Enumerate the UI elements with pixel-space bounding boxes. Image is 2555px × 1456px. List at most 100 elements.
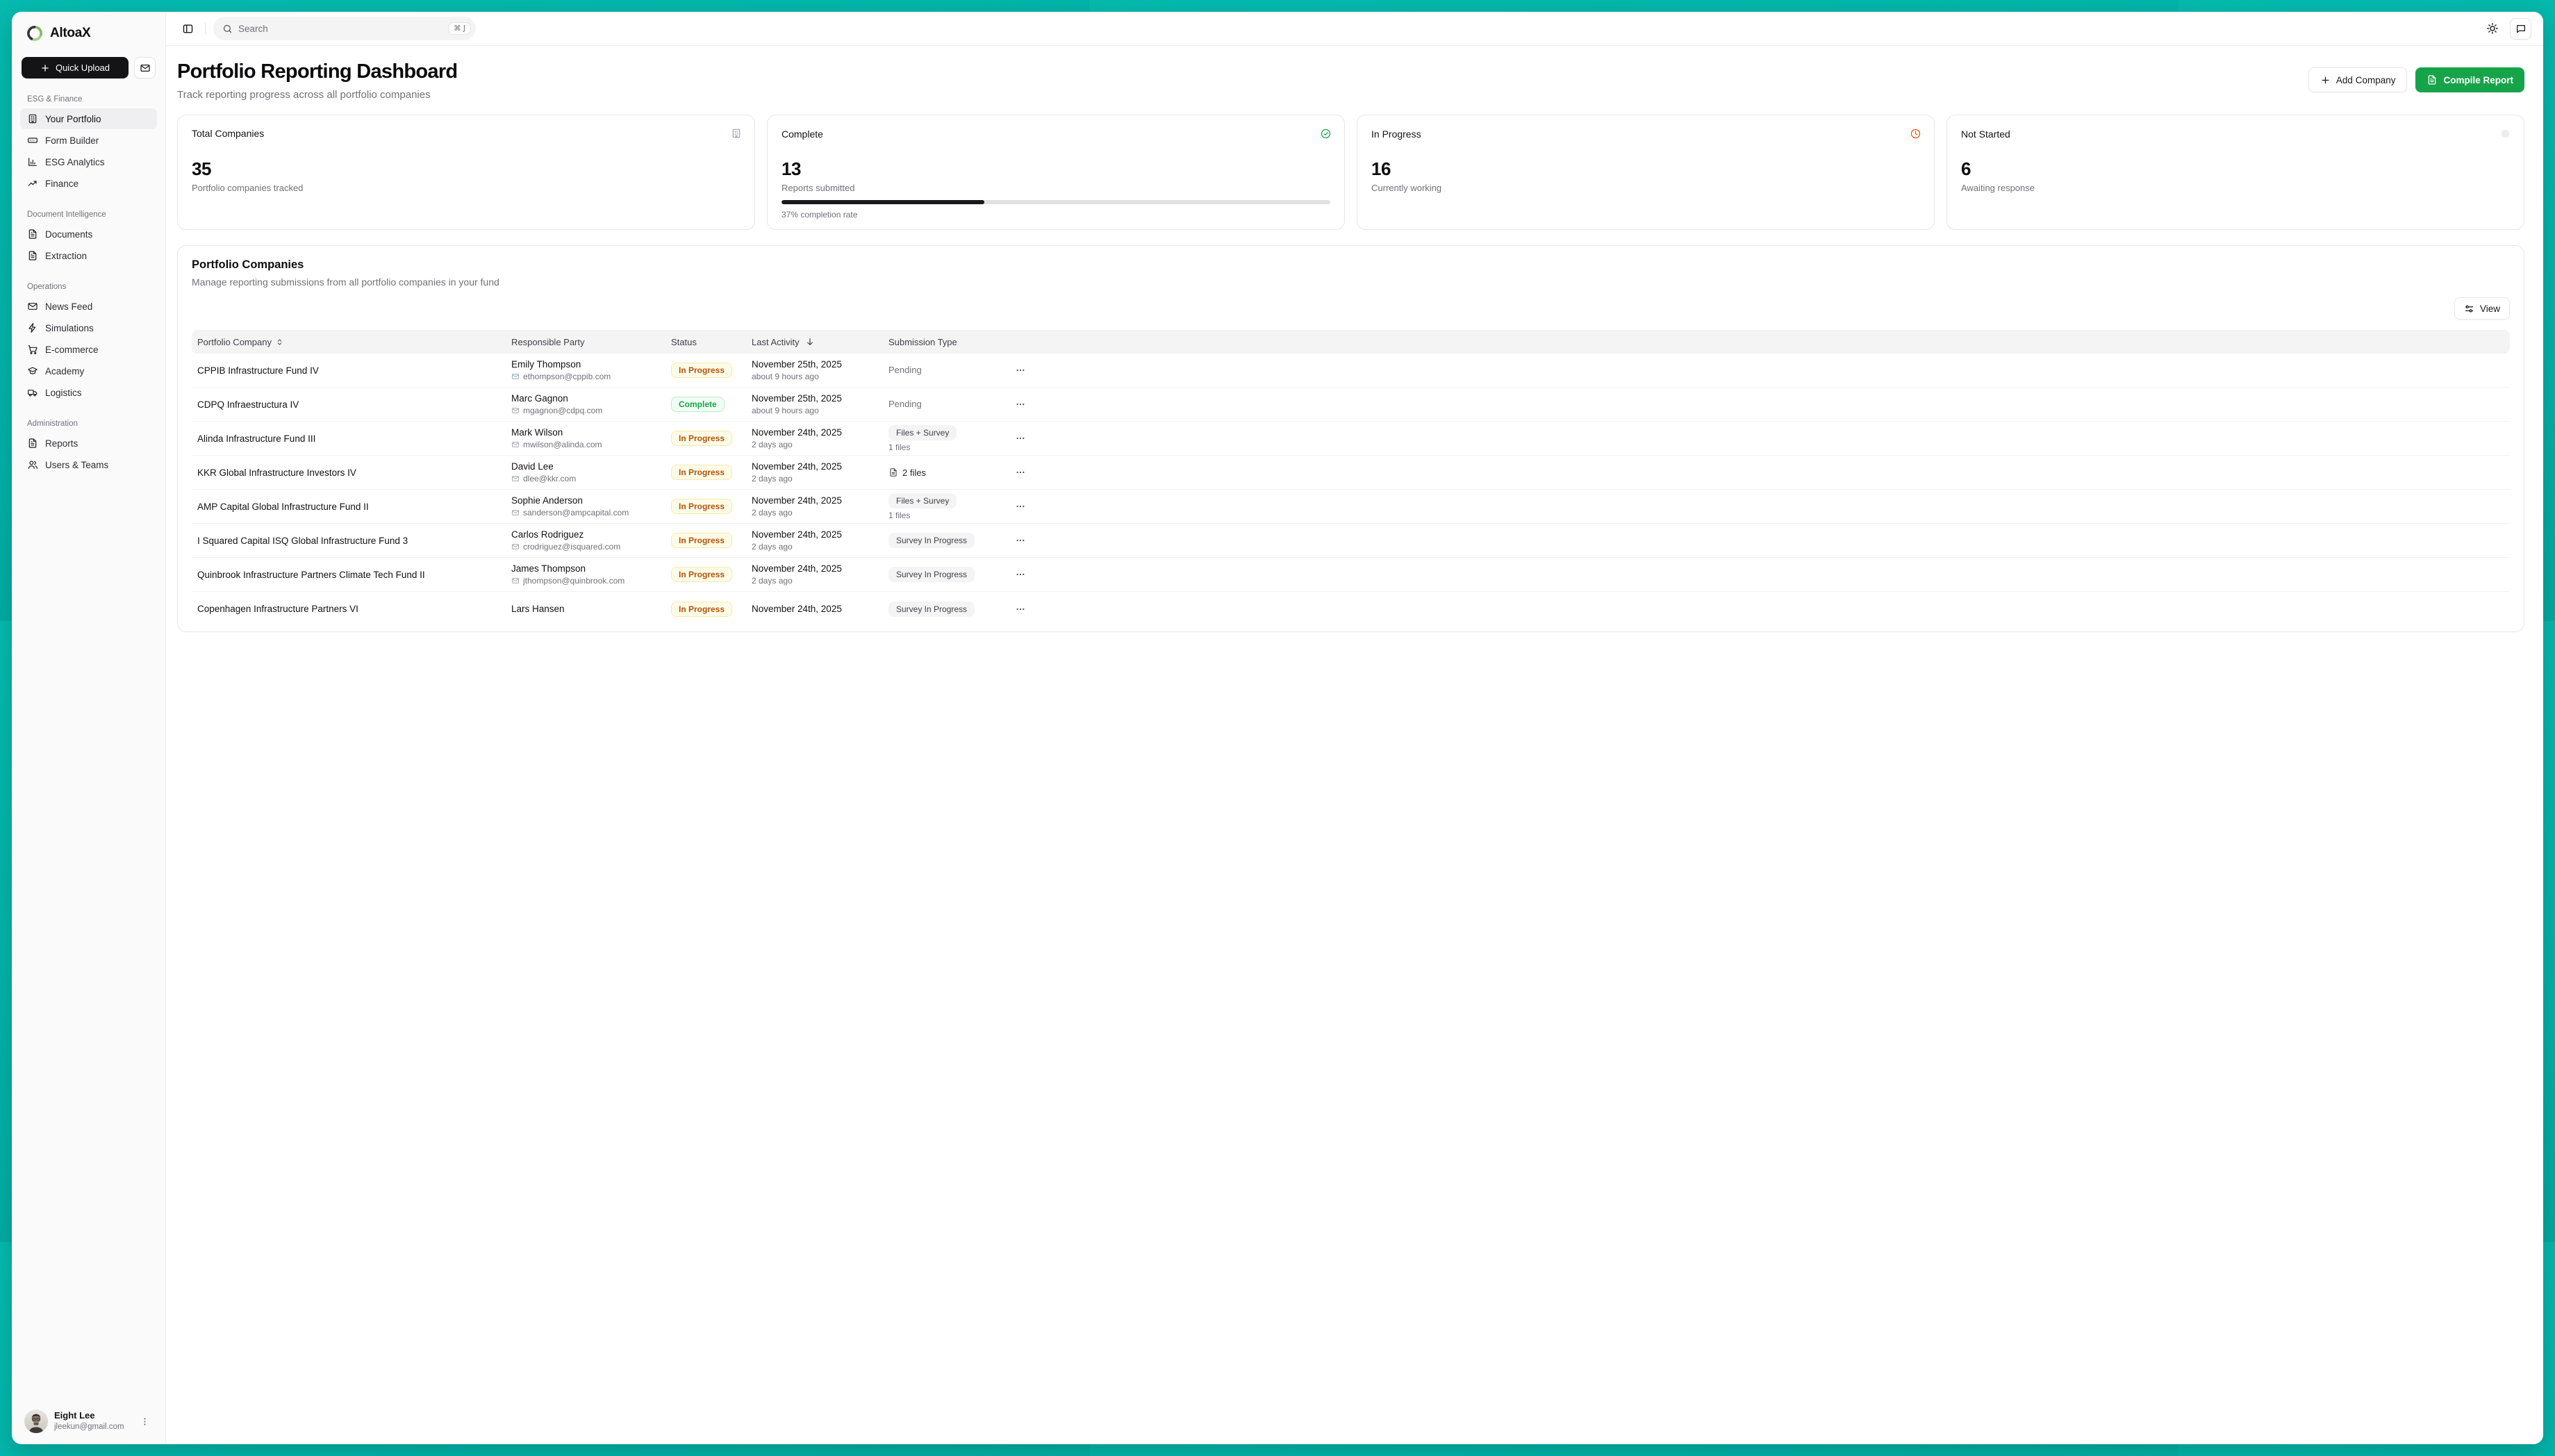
sidebar-section-label: Document Intelligence bbox=[20, 210, 157, 219]
sidebar-item-academy[interactable]: Academy bbox=[20, 361, 157, 381]
column-label: Responsible Party bbox=[511, 337, 585, 347]
column-header-portfolio-company[interactable]: Portfolio Company bbox=[192, 337, 506, 347]
sidebar-item-reports[interactable]: Reports bbox=[20, 433, 157, 454]
sidebar-item-finance[interactable]: Finance bbox=[20, 173, 157, 194]
inbox-button[interactable] bbox=[134, 57, 156, 78]
compile-report-button[interactable]: Compile Report bbox=[2415, 67, 2524, 92]
view-button[interactable]: View bbox=[2454, 297, 2510, 320]
file-text-icon bbox=[27, 250, 38, 261]
sidebar-section-label: ESG & Finance bbox=[20, 95, 157, 104]
status-badge: In Progress bbox=[671, 431, 732, 446]
last-activity-date: November 24th, 2025 bbox=[752, 495, 883, 506]
responsible-name: Emily Thompson bbox=[511, 359, 665, 370]
last-activity-date: November 24th, 2025 bbox=[752, 427, 883, 438]
stat-card-in-progress: In Progress 16 Currently working bbox=[1357, 115, 1935, 230]
stat-title: Total Companies bbox=[192, 128, 264, 139]
sidebar-item-e-commerce[interactable]: E-commerce bbox=[20, 339, 157, 360]
add-company-label: Add Company bbox=[2336, 75, 2396, 85]
stat-title: Complete bbox=[782, 129, 823, 140]
stat-value: 35 bbox=[192, 158, 211, 180]
search-input[interactable] bbox=[238, 24, 443, 34]
row-actions-button[interactable] bbox=[998, 569, 1030, 580]
sidebar-item-label: Finance bbox=[45, 179, 78, 189]
sidebar-item-label: Academy bbox=[45, 366, 84, 377]
search-bar[interactable]: ⌘ J bbox=[213, 17, 476, 40]
status-badge: In Progress bbox=[671, 363, 732, 378]
theme-toggle-button[interactable] bbox=[2483, 19, 2502, 38]
shopping-cart-icon bbox=[27, 344, 38, 355]
sidebar-item-news-feed[interactable]: News Feed bbox=[20, 296, 157, 317]
sidebar-section: AdministrationReportsUsers & Teams bbox=[20, 420, 157, 475]
last-activity-relative: 2 days ago bbox=[752, 474, 883, 483]
responsible-name: Lars Hansen bbox=[511, 604, 665, 614]
circle-icon bbox=[2499, 128, 2511, 140]
clock-icon bbox=[1910, 128, 1921, 140]
sidebar-item-your-portfolio[interactable]: Your Portfolio bbox=[20, 108, 157, 129]
sidebar-item-logistics[interactable]: Logistics bbox=[20, 382, 157, 403]
row-actions-button[interactable] bbox=[998, 535, 1030, 546]
table-row: Alinda Infrastructure Fund III Mark Wils… bbox=[192, 422, 2510, 456]
avatar bbox=[24, 1409, 48, 1433]
responsible-email: dlee@kkr.com bbox=[511, 474, 665, 483]
sidebar-item-form-builder[interactable]: Form Builder bbox=[20, 130, 157, 151]
submission-files-count: 1 files bbox=[888, 442, 998, 452]
sidebar-section: ESG & Finance Your Portfolio Form BuilderE… bbox=[20, 95, 157, 194]
mail-small-icon bbox=[511, 372, 520, 381]
page-title: Portfolio Reporting Dashboard bbox=[177, 60, 457, 83]
truck-icon bbox=[27, 387, 38, 398]
submission-type-badge: Files + Survey bbox=[888, 425, 957, 440]
sidebar-item-extraction[interactable]: Extraction bbox=[20, 245, 157, 266]
add-company-button[interactable]: Add Company bbox=[2308, 67, 2408, 92]
row-actions-button[interactable] bbox=[998, 365, 1030, 376]
responsible-name: Mark Wilson bbox=[511, 427, 665, 438]
sidebar-section-label: Operations bbox=[20, 283, 157, 291]
submission-files: 2 files bbox=[888, 468, 998, 478]
last-activity-relative: 2 days ago bbox=[752, 440, 883, 449]
responsible-email: mgagnon@cdpq.com bbox=[511, 406, 665, 415]
status-badge: In Progress bbox=[671, 602, 732, 617]
main-area: ⌘ J Portfolio Reporting Dashboard Track … bbox=[166, 12, 2543, 1444]
page-subtitle: Track reporting progress across all port… bbox=[177, 89, 457, 101]
responsible-name: Marc Gagnon bbox=[511, 393, 665, 404]
row-actions-button[interactable] bbox=[998, 399, 1030, 410]
sidebar-item-documents[interactable]: Documents bbox=[20, 224, 157, 245]
last-activity-relative: 2 days ago bbox=[752, 576, 883, 586]
row-actions-button[interactable] bbox=[998, 501, 1030, 512]
chat-button[interactable] bbox=[2510, 18, 2531, 40]
row-actions-button[interactable] bbox=[998, 433, 1030, 444]
column-header-responsible-party: Responsible Party bbox=[506, 337, 665, 347]
row-actions-button[interactable] bbox=[998, 604, 1030, 615]
building-icon bbox=[27, 113, 38, 124]
sliders-icon bbox=[2464, 304, 2474, 314]
mail-small-icon bbox=[511, 543, 520, 551]
sidebar-item-label: Your Portfolio bbox=[45, 114, 101, 124]
sidebar-item-esg-analytics[interactable]: ESG Analytics bbox=[20, 151, 157, 172]
brand-logo-icon bbox=[26, 24, 44, 42]
search-shortcut-badge: ⌘ J bbox=[448, 22, 471, 35]
sidebar-item-users-teams[interactable]: Users & Teams bbox=[20, 454, 157, 475]
last-activity-relative: about 9 hours ago bbox=[752, 406, 883, 415]
user-profile[interactable]: Eight Lee jleekun@gmail.com bbox=[20, 1405, 157, 1434]
company-name: Quinbrook Infrastructure Partners Climat… bbox=[192, 570, 506, 580]
row-actions-button[interactable] bbox=[998, 467, 1030, 478]
sidebar-item-label: Reports bbox=[45, 438, 78, 449]
column-header-last-activity[interactable]: Last Activity bbox=[746, 337, 883, 347]
status-badge: In Progress bbox=[671, 567, 732, 582]
column-header-status: Status bbox=[665, 337, 746, 347]
last-activity-date: November 24th, 2025 bbox=[752, 563, 883, 574]
column-label: Submission Type bbox=[888, 337, 957, 347]
table-row: AMP Capital Global Infrastructure Fund I… bbox=[192, 490, 2510, 524]
stat-caption: Awaiting response bbox=[1961, 183, 2035, 193]
chat-icon bbox=[2515, 23, 2527, 34]
sidebar-item-simulations[interactable]: Simulations bbox=[20, 317, 157, 338]
user-email: jleekun@gmail.com bbox=[54, 1422, 124, 1432]
user-menu-icon[interactable] bbox=[137, 1414, 153, 1430]
company-name: AMP Capital Global Infrastructure Fund I… bbox=[192, 502, 506, 512]
last-activity-relative: 2 days ago bbox=[752, 542, 883, 552]
sidebar-toggle-button[interactable] bbox=[178, 19, 197, 38]
chevrons-up-down-icon bbox=[275, 338, 284, 347]
search-icon bbox=[222, 24, 233, 34]
table-row: CPPIB Infrastructure Fund IV Emily Thomp… bbox=[192, 354, 2510, 388]
quick-upload-button[interactable]: Quick Upload bbox=[22, 57, 129, 78]
submission-type-text: Pending bbox=[888, 365, 922, 375]
